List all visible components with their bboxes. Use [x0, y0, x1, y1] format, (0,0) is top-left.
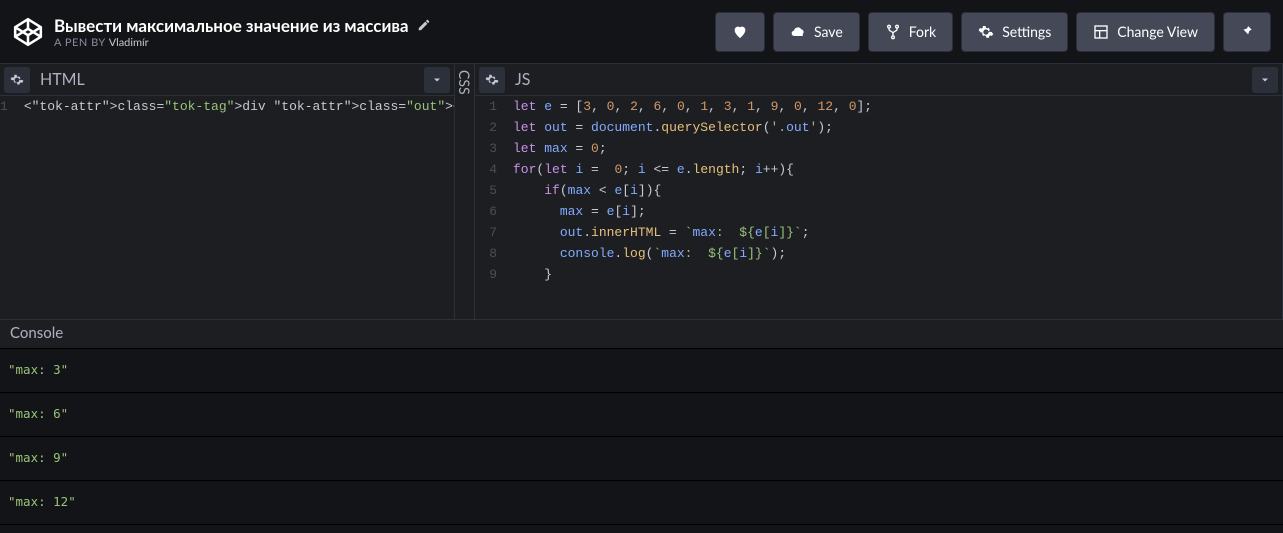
html-code-editor[interactable]: 1 <"tok-attr">class="tok-tag">div "tok-a… [0, 96, 454, 319]
js-panel: JS 1 2 3 4 5 6 7 8 9 let e = [3, 0, 2, 6… [475, 64, 1283, 319]
console-line: "max: 3" [0, 349, 1283, 393]
gear-icon [485, 73, 499, 87]
js-panel-label: JS [509, 70, 1248, 89]
console-line: "max: 12" [0, 481, 1283, 525]
layout-icon [1093, 24, 1109, 40]
html-panel-label: HTML [34, 70, 420, 89]
codepen-logo-icon [12, 16, 44, 48]
fork-icon [885, 24, 901, 40]
console-header[interactable]: Console [0, 319, 1283, 349]
toolbar: Save Fork Settings Change View [715, 12, 1271, 52]
code: <"tok-attr">class="tok-tag">div "tok-att… [16, 96, 454, 319]
console-line: "max: 6" [0, 393, 1283, 437]
pen-byline: A PEN BY Vladimír [54, 36, 715, 49]
settings-button[interactable]: Settings [961, 12, 1068, 52]
cloud-icon [790, 24, 806, 40]
pen-title: Вывести максимальное значение из массива [54, 15, 409, 36]
js-panel-header: JS [475, 64, 1282, 96]
love-button[interactable] [715, 12, 765, 52]
editors-row: HTML 1 <"tok-attr">class="tok-tag">div "… [0, 64, 1283, 319]
console-line: "max: 9" [0, 437, 1283, 481]
html-panel-menu[interactable] [424, 67, 450, 93]
console-body: "max: 3""max: 6""max: 9""max: 12" [0, 349, 1283, 525]
header: Вывести максимальное значение из массива… [0, 0, 1283, 64]
html-panel: HTML 1 <"tok-attr">class="tok-tag">div "… [0, 64, 455, 319]
gutter: 1 2 3 4 5 6 7 8 9 [475, 96, 505, 319]
css-panel-label: CSS [455, 64, 474, 319]
chevron-down-icon [1259, 74, 1271, 86]
js-settings-button[interactable] [479, 67, 505, 93]
html-panel-header: HTML [0, 64, 454, 96]
change-view-button[interactable]: Change View [1076, 12, 1215, 52]
css-panel-collapsed[interactable]: CSS [455, 64, 475, 319]
js-code-editor[interactable]: 1 2 3 4 5 6 7 8 9 let e = [3, 0, 2, 6, 0… [475, 96, 1282, 319]
edit-title-icon[interactable] [417, 18, 431, 32]
chevron-down-icon [431, 74, 443, 86]
author-link[interactable]: Vladimír [109, 36, 149, 49]
js-panel-menu[interactable] [1252, 67, 1278, 93]
code: let e = [3, 0, 2, 6, 0, 1, 3, 1, 9, 0, 1… [505, 96, 872, 319]
gutter: 1 [0, 96, 16, 319]
fork-button[interactable]: Fork [868, 12, 953, 52]
gear-icon [978, 24, 994, 40]
heart-icon [732, 24, 748, 40]
pin-icon [1240, 25, 1254, 39]
pin-button[interactable] [1223, 12, 1271, 52]
gear-icon [10, 73, 24, 87]
pen-meta: Вывести максимальное значение из массива… [54, 15, 715, 49]
html-settings-button[interactable] [4, 67, 30, 93]
save-button[interactable]: Save [773, 12, 860, 52]
